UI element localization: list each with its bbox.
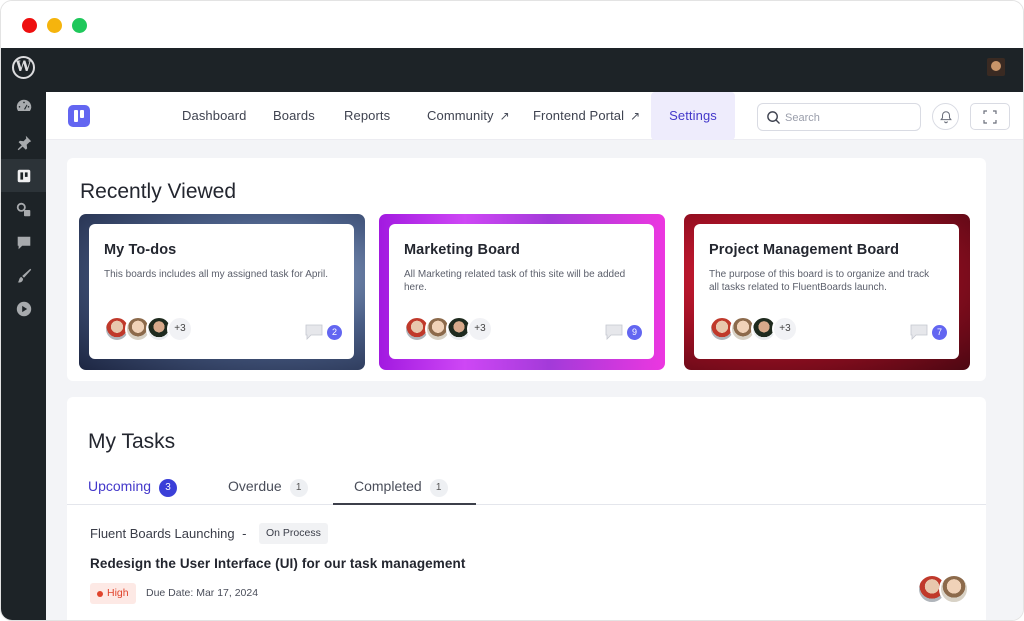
fullscreen-icon (983, 109, 997, 124)
minimize-window-button[interactable] (47, 18, 62, 33)
nav-dashboard[interactable]: Dashboard (182, 92, 247, 140)
tab-label: Overdue (228, 478, 282, 494)
comment-count-badge: 9 (627, 324, 642, 340)
external-link-icon: ↗ (499, 109, 510, 123)
comment-count-badge: 2 (327, 324, 342, 340)
external-link-icon: ↗ (630, 109, 641, 123)
search-field[interactable] (757, 103, 921, 131)
board-description: All Marketing related task of this site … (404, 269, 626, 293)
fullscreen-button[interactable] (970, 103, 1010, 130)
nav-frontend-portal-label: Frontend Portal (533, 108, 625, 123)
my-tasks-panel: My Tasks Upcoming 3 Overdue 1 Completed 1 F… (67, 397, 986, 620)
tab-completed[interactable]: Completed 1 (333, 467, 476, 505)
tab-upcoming[interactable]: Upcoming 3 (88, 467, 178, 505)
board-title[interactable]: My To-dos (104, 242, 176, 258)
nav-dashboard-label: Dashboard (182, 108, 247, 123)
nav-reports-label: Reports (344, 108, 391, 123)
nav-community-label: Community (427, 108, 494, 123)
title-bar (1, 1, 1023, 48)
task-tabs: Upcoming 3 Overdue 1 Completed 1 (67, 467, 986, 505)
board-card-body[interactable]: Project Management Board The purpose of … (694, 224, 959, 359)
main-content: Dashboard Boards Reports Community ↗ Fron… (46, 92, 1023, 620)
task-board-name[interactable]: Fluent Boards Launching - (90, 526, 247, 541)
maximize-window-button[interactable] (72, 18, 87, 33)
task-board-separator: - (242, 526, 247, 541)
comment-icon (605, 324, 623, 340)
more-members-badge[interactable]: +3 (772, 316, 798, 342)
board-card[interactable]: Project Management Board The purpose of … (684, 214, 970, 370)
tab-count-badge: 1 (429, 479, 448, 497)
nav-boards[interactable]: Boards (273, 92, 315, 140)
tab-count-badge: 1 (289, 479, 308, 497)
search-input[interactable] (785, 108, 915, 127)
search-icon (767, 111, 780, 124)
recently-viewed-panel: Recently Viewed My To-dos This boards in… (67, 158, 986, 381)
due-date: Due Date: Mar 17, 2024 (146, 587, 259, 599)
comment-icon (910, 324, 928, 340)
app-window: W Dashboard Boards Reports Community ↗ F… (0, 0, 1024, 621)
board-card[interactable]: Marketing Board All Marketing related ta… (379, 214, 665, 370)
boards-icon[interactable] (1, 159, 46, 192)
comment-count[interactable]: 9 (605, 324, 642, 340)
tab-label: Completed (354, 478, 422, 494)
dashboard-icon[interactable] (1, 89, 46, 122)
comment-count[interactable]: 7 (910, 324, 947, 340)
task-assignees (917, 574, 973, 604)
play-icon[interactable] (1, 292, 46, 325)
more-members-badge[interactable]: +3 (467, 316, 493, 342)
comments-icon[interactable] (1, 226, 46, 259)
media-icon[interactable] (1, 193, 46, 226)
priority-badge: High (90, 583, 136, 604)
tab-count-badge: 3 (159, 479, 178, 497)
board-description: The purpose of this board is to organize… (709, 269, 930, 293)
board-title[interactable]: Project Management Board (709, 242, 899, 258)
tab-overdue[interactable]: Overdue 1 (228, 467, 308, 505)
board-card-body[interactable]: My To-dos This boards includes all my as… (89, 224, 354, 359)
nav-settings-label: Settings (669, 108, 717, 123)
nav-community[interactable]: Community ↗ (427, 92, 510, 140)
board-title[interactable]: Marketing Board (404, 242, 520, 258)
user-avatar[interactable] (987, 58, 1005, 76)
nav-boards-label: Boards (273, 108, 315, 123)
app-navigation: Dashboard Boards Reports Community ↗ Fron… (46, 92, 1023, 140)
tab-label: Upcoming (88, 478, 152, 494)
nav-reports[interactable]: Reports (344, 92, 390, 140)
nav-frontend-portal[interactable]: Frontend Portal ↗ (533, 92, 640, 140)
board-card[interactable]: My To-dos This boards includes all my as… (79, 214, 365, 370)
more-members-badge[interactable]: +3 (167, 316, 193, 342)
brush-icon[interactable] (1, 259, 46, 292)
wordpress-logo-icon[interactable]: W (12, 56, 35, 79)
task-board-label: Fluent Boards Launching (90, 526, 235, 541)
nav-settings[interactable]: Settings (651, 92, 735, 140)
board-description: This boards includes all my assigned tas… (104, 269, 328, 280)
wp-admin-bar: W (1, 48, 1023, 92)
bell-icon (939, 110, 952, 123)
comment-count[interactable]: 2 (305, 324, 342, 340)
wp-admin-sidebar (1, 89, 46, 620)
comment-count-badge: 7 (932, 324, 947, 340)
fluentboards-logo-icon[interactable] (68, 105, 90, 127)
board-card-body[interactable]: Marketing Board All Marketing related ta… (389, 224, 654, 359)
pin-icon[interactable] (1, 126, 46, 159)
recently-viewed-title: Recently Viewed (80, 180, 237, 203)
task-title[interactable]: Redesign the User Interface (UI) for our… (90, 556, 465, 571)
comment-icon (305, 324, 323, 340)
notifications-button[interactable] (932, 103, 959, 130)
my-tasks-title: My Tasks (88, 430, 176, 453)
close-window-button[interactable] (22, 18, 37, 33)
avatar[interactable] (939, 574, 969, 604)
status-badge: On Process (259, 523, 328, 544)
